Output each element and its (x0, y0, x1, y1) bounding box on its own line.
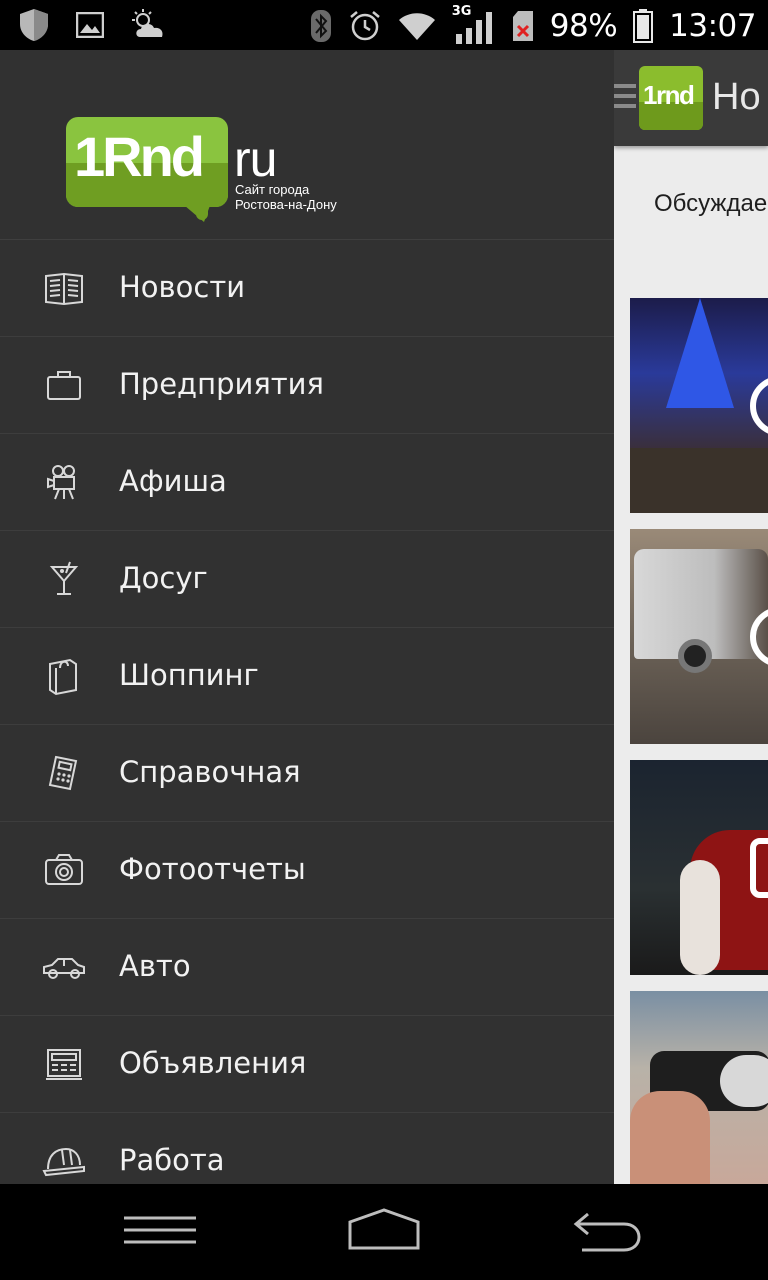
menu-item-label: Фотоотчеты (119, 852, 306, 886)
status-bar: 3G 98% 13:07 (0, 0, 768, 50)
menu-item-photo-reports[interactable]: Фотоотчеты (0, 822, 614, 919)
brand-logo-suffix: ru (234, 131, 277, 187)
news-thumbnail[interactable] (630, 760, 768, 975)
drawer-header: 1Rnd ru Сайт города Ростова-на-Дону (0, 50, 614, 240)
home-icon (348, 1208, 420, 1250)
app-logo-text: 1rnd (643, 80, 695, 110)
menu-item-leisure[interactable]: Досуг (0, 531, 614, 628)
brand-tagline: Сайт города Ростова-на-Дону (235, 182, 337, 212)
no-sim-icon (512, 11, 533, 41)
menu-item-label: Досуг (119, 561, 208, 595)
system-nav-bar (0, 1184, 768, 1280)
alarm-icon (349, 11, 380, 41)
menu-item-label: Авто (119, 949, 191, 983)
cash-register-icon (42, 1044, 86, 1084)
bluetooth-icon (310, 10, 331, 42)
home-button[interactable] (334, 1204, 434, 1260)
menu-item-label: Объявления (119, 1046, 307, 1080)
brand-tagline-line-2: Ростова-на-Дону (235, 197, 337, 212)
main-content: 1rnd Но Обсуждае (614, 50, 768, 1184)
menu-item-classifieds[interactable]: Объявления (0, 1016, 614, 1113)
signal-icon: 3G (452, 4, 496, 46)
menu-item-label: Справочная (119, 755, 301, 789)
recent-apps-button[interactable] (110, 1204, 210, 1260)
shopping-bag-icon (42, 656, 86, 696)
camera-icon (42, 850, 86, 890)
news-thumbnail[interactable] (630, 298, 768, 513)
news-thumbnail[interactable] (630, 991, 768, 1184)
movie-camera-icon (42, 462, 86, 502)
hard-hat-icon (42, 1141, 86, 1181)
weather-icon (132, 9, 163, 37)
menu-item-shopping[interactable]: Шоппинг (0, 628, 614, 725)
main-toolbar: 1rnd Но (614, 50, 768, 146)
recent-apps-icon (124, 1216, 196, 1244)
hamburger-icon[interactable] (614, 84, 636, 114)
brand-logo-tail-tip (196, 200, 208, 220)
menu-item-auto[interactable]: Авто (0, 919, 614, 1016)
section-subtitle: Обсуждае (654, 190, 768, 217)
brand-tagline-line-1: Сайт города (235, 182, 310, 197)
car-icon (42, 947, 86, 987)
menu-item-events[interactable]: Афиша (0, 434, 614, 531)
clock: 13:07 (669, 8, 756, 44)
app-logo: 1rnd (639, 66, 703, 130)
brand-logo-text: 1Rnd (74, 125, 205, 188)
newspaper-icon (42, 268, 86, 308)
image-icon (76, 12, 104, 38)
menu-item-label: Новости (119, 270, 246, 304)
shield-icon (20, 9, 48, 41)
menu-item-news[interactable]: Новости (0, 240, 614, 337)
menu-item-businesses[interactable]: Предприятия (0, 337, 614, 434)
back-icon (573, 1212, 641, 1252)
menu-item-directory[interactable]: Справочная (0, 725, 614, 822)
news-thumbnail[interactable] (630, 529, 768, 744)
menu-item-label: Шоппинг (119, 658, 259, 692)
menu-item-jobs[interactable]: Работа (0, 1113, 614, 1184)
cocktail-icon (42, 559, 86, 599)
menu-item-label: Афиша (119, 464, 227, 498)
page-title: Но (712, 76, 761, 118)
menu-item-label: Предприятия (119, 367, 324, 401)
wifi-icon (398, 13, 435, 40)
back-button[interactable] (558, 1204, 658, 1260)
briefcase-icon (42, 365, 86, 405)
phone-icon (42, 753, 86, 793)
battery-percent: 98% (549, 8, 618, 44)
navigation-drawer: 1Rnd ru Сайт города Ростова-на-Дону Ново… (0, 50, 614, 1184)
drawer-menu: Новости Предприятия Афиша Досуг Шоппинг (0, 240, 614, 1184)
battery-icon (633, 9, 654, 43)
menu-item-label: Работа (119, 1143, 225, 1177)
